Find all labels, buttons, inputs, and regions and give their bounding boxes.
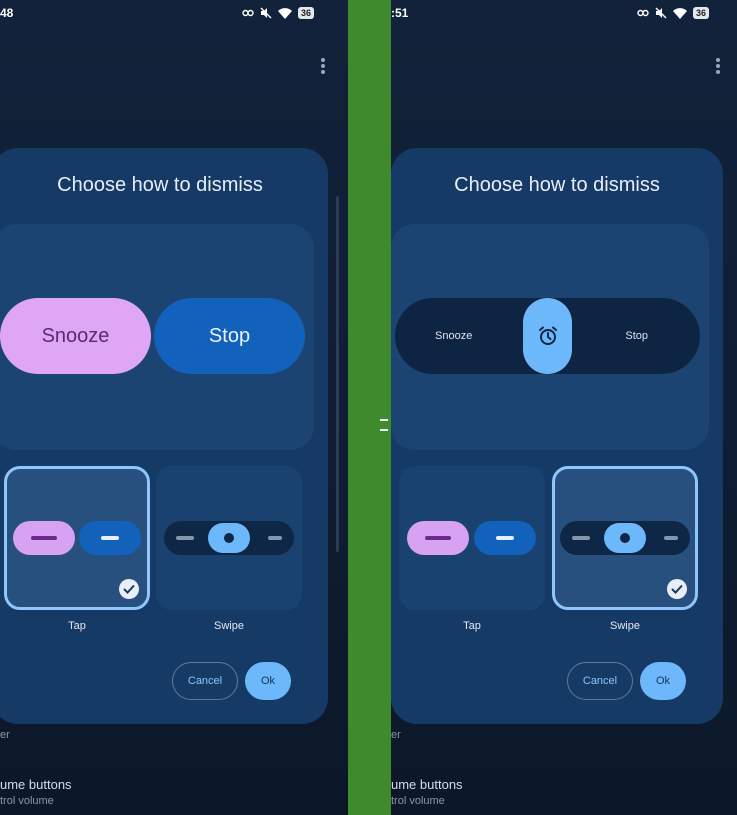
- wifi-icon: [673, 7, 687, 19]
- mini-snooze-pill: [407, 521, 469, 555]
- checkmark-icon: [119, 579, 139, 599]
- checkmark-icon: [667, 579, 687, 599]
- background-setting-subtitle: trol volume: [391, 795, 445, 807]
- background-setting-subtitle: trol volume: [0, 795, 54, 807]
- swipe-option-card[interactable]: [552, 466, 698, 610]
- cancel-button[interactable]: Cancel: [172, 662, 238, 700]
- mini-snooze-pill: [13, 521, 75, 555]
- swipe-snooze-label: Snooze: [435, 330, 473, 342]
- alarm-clock-icon: [523, 298, 572, 374]
- dialog-title: Choose how to dismiss: [454, 174, 660, 196]
- ok-button[interactable]: Ok: [245, 662, 291, 700]
- dialog-title: Choose how to dismiss: [57, 174, 263, 196]
- mini-swipe-track: [560, 521, 690, 555]
- tap-option-label: Tap: [68, 620, 86, 632]
- background-setting-text: er: [391, 729, 401, 741]
- tap-option-card[interactable]: [399, 466, 545, 610]
- status-bar-icons: 36: [242, 7, 315, 19]
- swipe-stop-label: Stop: [625, 330, 648, 342]
- tap-option-card[interactable]: [4, 466, 150, 610]
- status-bar-time: :51: [391, 6, 409, 20]
- dismiss-dialog: Choose how to dismiss Snooze Stop Tap Sw…: [391, 148, 723, 724]
- dismiss-preview: Snooze Stop: [0, 224, 314, 450]
- more-options-icon[interactable]: [716, 58, 720, 74]
- link-icon: [637, 9, 649, 17]
- swipe-option-label: Swipe: [214, 620, 244, 632]
- resize-handle-icon[interactable]: [380, 419, 388, 431]
- mini-stop-pill: [79, 521, 141, 555]
- swipe-track-preview: Snooze Stop: [395, 298, 700, 374]
- mute-icon: [655, 7, 667, 19]
- status-bar-icons: 36: [637, 7, 710, 19]
- left-screenshot-panel: 48 36 Choose how to dismiss Snooze Stop …: [0, 0, 348, 815]
- right-screenshot-panel: :51 36 Choose how to dismiss Snooze Stop: [391, 0, 737, 815]
- wifi-icon: [278, 7, 292, 19]
- stop-button-preview: Stop: [154, 298, 305, 374]
- battery-icon: 36: [693, 7, 710, 19]
- mini-stop-pill: [474, 521, 536, 555]
- ok-button[interactable]: Ok: [640, 662, 686, 700]
- dismiss-preview: Snooze Stop: [391, 224, 709, 450]
- more-options-icon[interactable]: [321, 58, 325, 74]
- link-icon: [242, 9, 254, 17]
- background-setting-text: er: [0, 729, 10, 741]
- tap-option-label: Tap: [463, 620, 481, 632]
- dismiss-dialog: Choose how to dismiss Snooze Stop Tap Sw…: [0, 148, 328, 724]
- background-setting-title: ume buttons: [0, 777, 72, 792]
- cancel-button[interactable]: Cancel: [567, 662, 633, 700]
- battery-icon: 36: [298, 7, 315, 19]
- mini-swipe-track: [164, 521, 294, 555]
- swipe-option-label: Swipe: [610, 620, 640, 632]
- scrollbar[interactable]: [336, 196, 339, 552]
- status-bar-time: 48: [0, 6, 14, 20]
- mute-icon: [260, 7, 272, 19]
- snooze-button-preview: Snooze: [0, 298, 151, 374]
- panel-divider: [348, 0, 391, 815]
- background-setting-title: ume buttons: [391, 777, 463, 792]
- swipe-option-card[interactable]: [156, 466, 302, 610]
